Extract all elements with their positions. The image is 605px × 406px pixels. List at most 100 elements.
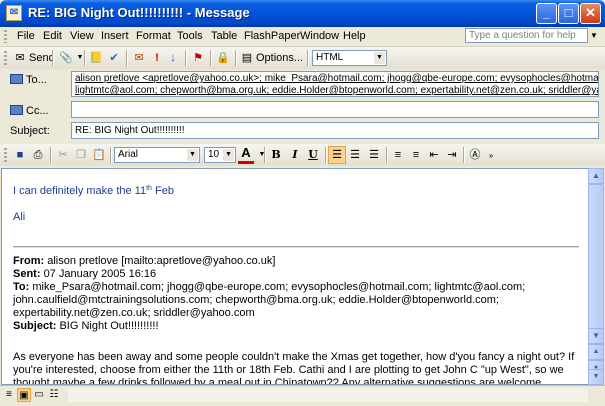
help-search-input[interactable]: Type a question for help — [465, 28, 588, 43]
signature: Ali — [13, 211, 26, 223]
decrease-indent-icon[interactable]: ⇤ — [426, 147, 442, 163]
styles-icon[interactable]: Ⓐ — [467, 147, 483, 163]
print-icon[interactable]: ⎙ — [30, 147, 46, 163]
address-book-icon[interactable]: 📒 — [88, 50, 104, 66]
align-left-icon[interactable]: ☰ — [328, 146, 346, 164]
low-importance-icon[interactable]: ↓ — [165, 50, 181, 66]
window-title: RE: BIG Night Out!!!!!!!!!! - Message — [28, 5, 250, 20]
font-select[interactable]: Arial ▼ — [114, 147, 200, 163]
font-size-select[interactable]: 10 ▼ — [204, 147, 236, 163]
menu-tools[interactable]: Tools — [177, 30, 203, 42]
maximize-button[interactable]: □ — [558, 3, 579, 24]
web-layout-view-icon[interactable]: ▣ — [17, 388, 31, 402]
separator — [52, 50, 54, 66]
close-button[interactable]: ✕ — [580, 3, 601, 24]
bold-button[interactable]: B — [268, 147, 284, 163]
follow-up-flag-icon[interactable]: ⚑ — [190, 50, 206, 66]
save-icon[interactable]: ■ — [12, 147, 28, 163]
separator — [185, 50, 187, 66]
menu-grip-icon[interactable] — [4, 30, 7, 43]
outline-view-icon[interactable]: ☷ — [47, 388, 61, 402]
font-color-icon[interactable]: A — [238, 146, 254, 164]
subject-label: Subject: — [13, 320, 57, 332]
message-body[interactable]: I can definitely make the 11th Feb Ali F… — [1, 168, 589, 385]
subject-field[interactable]: RE: BIG Night Out!!!!!!!!!! — [71, 122, 599, 139]
message-header: To... alison pretlove <apretlove@yahoo.c… — [0, 69, 605, 142]
check-names-icon[interactable]: ✔ — [106, 50, 122, 66]
menu-insert[interactable]: Insert — [101, 30, 129, 42]
help-dropdown-arrow-icon[interactable]: ▼ — [590, 31, 598, 40]
high-importance-icon[interactable]: ! — [149, 50, 165, 66]
reply-text-end: Feb — [151, 185, 174, 197]
menu-help[interactable]: Help — [343, 30, 366, 42]
chevron-down-icon[interactable]: ▼ — [223, 149, 234, 161]
print-layout-view-icon[interactable]: ▭ — [32, 388, 46, 402]
send-button[interactable]: Send — [29, 52, 55, 64]
separator — [463, 147, 465, 163]
to-field-line: alison pretlove <apretlove@yahoo.co.uk>;… — [75, 73, 599, 84]
quoted-to-cont: expertability.net@zen.co.uk; sriddler@ya… — [13, 307, 255, 319]
menu-edit[interactable]: Edit — [43, 30, 62, 42]
underline-button[interactable]: U — [305, 147, 321, 163]
align-center-icon[interactable]: ☰ — [347, 147, 363, 163]
menu-view[interactable]: View — [70, 30, 94, 42]
from-label: From: — [13, 255, 45, 267]
normal-view-icon[interactable]: ≡ — [2, 388, 16, 402]
next-page-icon[interactable]: ▼ — [588, 369, 604, 385]
toolbar-options-icon[interactable]: » — [483, 148, 499, 164]
copy-icon[interactable]: ❐ — [73, 147, 89, 163]
menu-format[interactable]: Format — [136, 30, 171, 42]
toolbar-grip-icon[interactable] — [4, 148, 7, 162]
options-envelope-icon[interactable]: ✉ — [131, 50, 147, 66]
separator — [235, 50, 237, 66]
from-value: alison pretlove [mailto:apretlove@yahoo.… — [47, 255, 276, 267]
cut-icon[interactable]: ✂ — [55, 147, 71, 163]
previous-page-icon[interactable]: ▲ — [588, 344, 604, 360]
reply-text: I can definitely make the 11 — [13, 185, 147, 197]
cc-button[interactable]: Cc... — [10, 103, 49, 120]
formatting-toolbar: ■ ⎙ ✂ ❐ 📋 Arial ▼ 10 ▼ A ▼ B I U ☰ ☰ ☰ ≡… — [0, 144, 605, 166]
vertical-scrollbar[interactable]: ▲ ▼ ▲ ● ▼ — [588, 168, 604, 385]
font-value: Arial — [118, 149, 139, 160]
separator — [386, 147, 388, 163]
separator — [50, 147, 52, 163]
title-bar[interactable]: ✉ RE: BIG Night Out!!!!!!!!!! - Message … — [0, 0, 605, 27]
menu-window[interactable]: Window — [300, 30, 339, 42]
scroll-up-icon[interactable]: ▲ — [588, 168, 604, 184]
standard-toolbar: ✉ Send 📎 ▼ 📒 ✔ ✉ ! ↓ ⚑ 🔒 ▤ Options... HT… — [0, 47, 605, 69]
to-value: mike_Psara@hotmail.com; jhogg@qbe-europe… — [32, 281, 526, 293]
subject-value: BIG Night Out!!!!!!!!!! — [59, 320, 159, 332]
to-field[interactable]: alison pretlove <apretlove@yahoo.co.uk>;… — [71, 71, 599, 97]
send-icon[interactable]: ✉ — [12, 50, 28, 66]
menu-flashpaper[interactable]: FlashPaper — [244, 30, 300, 42]
align-right-icon[interactable]: ☰ — [366, 147, 382, 163]
bulleted-list-icon[interactable]: ≡ — [408, 147, 424, 163]
chevron-down-icon[interactable]: ▼ — [187, 149, 198, 161]
separator — [84, 50, 86, 66]
options-button[interactable]: Options... — [256, 52, 303, 64]
numbered-list-icon[interactable]: ≡ — [390, 147, 406, 163]
separator — [110, 147, 112, 163]
quoted-to: To: mike_Psara@hotmail.com; jhogg@qbe-eu… — [13, 281, 525, 293]
sent-value: 07 January 2005 16:16 — [43, 268, 157, 280]
options-icon[interactable]: ▤ — [239, 50, 255, 66]
scroll-down-icon[interactable]: ▼ — [588, 328, 604, 344]
message-format-value: HTML — [316, 52, 344, 63]
paste-icon[interactable]: 📋 — [91, 147, 107, 163]
increase-indent-icon[interactable]: ⇥ — [444, 147, 460, 163]
toolbar-grip-icon[interactable] — [4, 51, 7, 65]
message-envelope-icon[interactable]: ✉ — [6, 5, 22, 21]
body-paragraph-line: thought maybe a few drinks followed by a… — [13, 377, 542, 385]
italic-button[interactable]: I — [287, 147, 303, 163]
message-format-select[interactable]: HTML ▼ — [312, 50, 387, 66]
to-button[interactable]: To... — [10, 72, 47, 89]
cc-field[interactable] — [71, 101, 599, 118]
minimize-button[interactable]: _ — [536, 3, 557, 24]
horizontal-scrollbar[interactable] — [68, 388, 588, 402]
scroll-thumb[interactable] — [588, 184, 604, 342]
permission-icon[interactable]: 🔒 — [215, 50, 231, 66]
body-paragraph-line: you're interested, choose from either th… — [13, 364, 564, 376]
chevron-down-icon[interactable]: ▼ — [374, 52, 385, 64]
menu-table[interactable]: Table — [211, 30, 237, 42]
menu-file[interactable]: File — [17, 30, 35, 42]
